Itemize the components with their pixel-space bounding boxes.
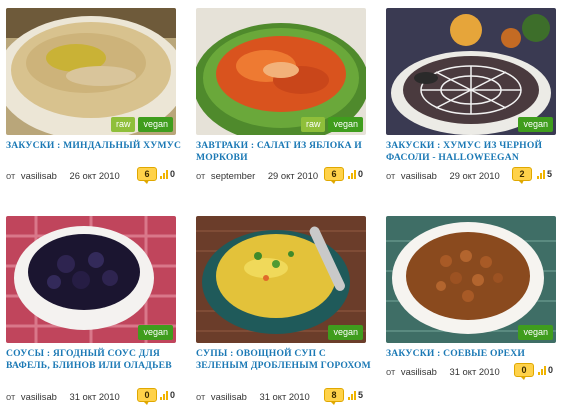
recipe-photo[interactable]: vegan <box>6 216 176 343</box>
post-date: 29 окт 2010 <box>449 170 500 181</box>
recipe-meta: от vasilisab 29 окт 2010 <box>386 170 500 181</box>
vegan-tag[interactable]: vegan <box>138 325 173 340</box>
post-date: 31 окт 2010 <box>69 391 120 402</box>
vote-count: 0 <box>170 169 176 179</box>
recipe-card: vegan Закуски : Соевые орехи от vasilisa… <box>386 216 556 380</box>
recipe-meta: от vasilisab 31 окт 2010 <box>6 391 120 402</box>
rating-bars-icon <box>537 170 547 179</box>
pea-soup-photo <box>196 216 366 343</box>
comment-count-badge[interactable]: 2 <box>512 167 532 184</box>
comment-count-badge[interactable]: 6 <box>324 167 344 184</box>
comment-count-badge[interactable]: 0 <box>514 363 534 380</box>
post-date: 26 окт 2010 <box>69 170 120 181</box>
rating-bars-icon <box>538 366 548 375</box>
recipe-title-link[interactable]: Закуски : Соевые орехи <box>386 348 562 360</box>
author-link[interactable]: vasilisab <box>21 391 57 402</box>
by-label: от <box>196 170 206 181</box>
by-label: от <box>6 391 16 402</box>
recipe-meta: от vasilisab 26 окт 2010 <box>6 170 120 181</box>
vote-count: 0 <box>548 365 554 375</box>
by-label: от <box>386 366 396 377</box>
author-link[interactable]: vasilisab <box>211 391 247 402</box>
black-bean-hummus-photo <box>386 8 556 135</box>
soy-nuts-photo <box>386 216 556 343</box>
post-date: 29 окт 2010 <box>267 170 319 181</box>
author-link[interactable]: vasilisab <box>21 170 57 181</box>
comment-count-badge[interactable]: 8 <box>324 388 344 405</box>
recipe-title-link[interactable]: Завтраки : Салат из яблока и моркови <box>196 140 374 164</box>
recipe-photo[interactable]: vegan <box>196 216 366 343</box>
rating-bars-icon <box>348 170 358 179</box>
by-label: от <box>6 170 16 181</box>
author-link[interactable]: vasilisab <box>401 170 437 181</box>
vegan-tag[interactable]: vegan <box>328 117 363 132</box>
hummus-photo <box>6 8 176 135</box>
recipe-card: raw vegan Закуски : Миндальный хумус от … <box>6 8 181 184</box>
raw-tag[interactable]: raw <box>110 117 136 132</box>
vote-count: 5 <box>358 390 364 400</box>
recipe-photo[interactable]: vegan <box>386 216 556 343</box>
vote-count: 0 <box>358 169 364 179</box>
vegan-tag[interactable]: vegan <box>138 117 173 132</box>
by-label: от <box>386 170 396 181</box>
author-link[interactable]: vasilisab <box>401 366 437 377</box>
comment-count-badge[interactable]: 6 <box>137 167 157 184</box>
vegan-tag[interactable]: vegan <box>518 325 553 340</box>
author-link[interactable]: september <box>211 170 255 181</box>
recipe-title-link[interactable]: Соусы : Ягодный соус для вафель, блинов … <box>6 348 184 372</box>
recipe-photo[interactable]: raw vegan <box>6 8 176 135</box>
recipe-card: vegan Супы : Овощной суп с зеленым дробл… <box>196 216 371 405</box>
post-date: 31 окт 2010 <box>259 391 310 402</box>
recipe-meta: от vasilisab 31 окт 2010 <box>386 366 500 377</box>
recipe-meta: от vasilisab 31 окт 2010 <box>196 391 310 402</box>
berry-sauce-photo <box>6 216 176 343</box>
rating-bars-icon <box>160 391 170 400</box>
vote-count: 0 <box>170 390 176 400</box>
recipe-meta: от september 29 окт 2010 <box>196 170 318 181</box>
vote-count: 5 <box>547 169 553 179</box>
rating-bars-icon <box>348 391 358 400</box>
raw-tag[interactable]: raw <box>300 117 326 132</box>
by-label: от <box>196 391 206 402</box>
vegan-tag[interactable]: vegan <box>518 117 553 132</box>
recipe-card: raw vegan Завтраки : Салат из яблока и м… <box>196 8 366 184</box>
rating-bars-icon <box>160 170 170 179</box>
post-date: 31 окт 2010 <box>449 366 500 377</box>
recipe-photo[interactable]: raw vegan <box>196 8 366 135</box>
recipe-title-link[interactable]: Закуски : Миндальный хумус <box>6 140 184 152</box>
recipe-photo[interactable]: vegan <box>386 8 556 135</box>
recipe-title-link[interactable]: Супы : Овощной суп с зеленым дробленым г… <box>196 348 374 372</box>
recipe-title-link[interactable]: Закуски : Хумус из черной фасоли - Hallo… <box>386 140 562 164</box>
recipe-card: vegan Закуски : Хумус из черной фасоли -… <box>386 8 556 184</box>
recipe-card: vegan Соусы : Ягодный соус для вафель, б… <box>6 216 176 405</box>
vegan-tag[interactable]: vegan <box>328 325 363 340</box>
carrot-salad-photo <box>196 8 366 135</box>
comment-count-badge[interactable]: 0 <box>137 388 157 405</box>
